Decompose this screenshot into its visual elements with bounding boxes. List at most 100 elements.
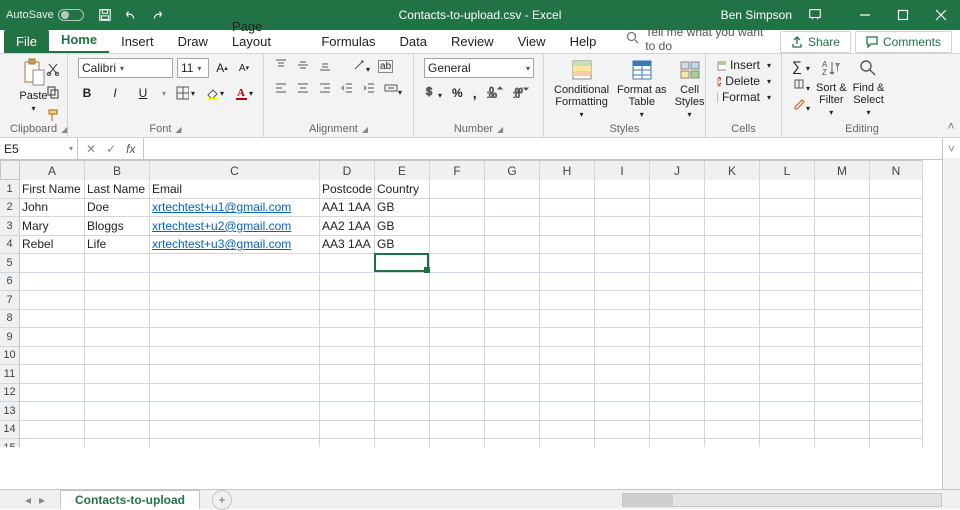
cell[interactable] [430,199,485,218]
cell[interactable] [150,439,320,447]
column-header[interactable]: H [540,160,595,180]
cell[interactable]: Doe [85,199,150,218]
find-select-button[interactable]: Find & Select▾ [853,58,885,117]
cell[interactable] [760,421,815,440]
name-box[interactable]: E5▾ [0,138,78,159]
cell[interactable] [20,291,85,310]
cell[interactable] [705,421,760,440]
cell[interactable] [430,402,485,421]
cell[interactable] [150,273,320,292]
cell[interactable] [870,199,923,218]
cell[interactable] [540,236,595,255]
cell[interactable] [705,199,760,218]
column-header[interactable]: J [650,160,705,180]
cell[interactable] [540,347,595,366]
cells-delete-button[interactable]: Delete▾ [716,74,771,88]
cell[interactable] [595,365,650,384]
cell[interactable] [320,365,375,384]
cell[interactable] [650,421,705,440]
cell[interactable] [650,384,705,403]
percent-format-icon[interactable]: % [452,86,463,100]
cell[interactable] [540,180,595,199]
cell[interactable] [85,421,150,440]
cell[interactable] [815,291,870,310]
column-header[interactable]: N [870,160,923,180]
cell[interactable] [150,365,320,384]
cell[interactable] [485,310,540,329]
maximize-button[interactable] [884,0,922,30]
cell[interactable] [650,347,705,366]
cell[interactable]: Bloggs [85,217,150,236]
cell[interactable] [430,310,485,329]
cell[interactable] [375,254,430,273]
cell[interactable] [705,217,760,236]
cell[interactable] [430,291,485,310]
cell[interactable] [870,421,923,440]
cell[interactable] [595,291,650,310]
format-painter-icon[interactable] [46,108,60,125]
cell[interactable] [150,310,320,329]
decrease-font-icon[interactable]: A▾ [235,59,253,77]
row-header[interactable]: 3 [0,217,20,236]
cell[interactable]: xrtechtest+u2@gmail.com [150,217,320,236]
vertical-scrollbar[interactable] [942,158,960,489]
cell[interactable] [540,328,595,347]
cell[interactable] [85,347,150,366]
cell[interactable] [430,347,485,366]
cell[interactable]: First Name [20,180,85,199]
cell[interactable] [20,402,85,421]
tab-data[interactable]: Data [388,30,439,53]
cell[interactable] [650,310,705,329]
sheet-nav-next-icon[interactable]: ▸ [39,493,45,507]
column-header[interactable]: G [485,160,540,180]
cell[interactable] [815,217,870,236]
autosave-toggle[interactable]: AutoSave [6,9,84,21]
cell[interactable] [320,421,375,440]
cell[interactable] [20,365,85,384]
cell[interactable] [320,273,375,292]
select-all-corner[interactable] [0,160,20,180]
cell[interactable] [430,236,485,255]
cell[interactable] [760,291,815,310]
cell[interactable] [20,310,85,329]
cell[interactable] [870,310,923,329]
cell[interactable] [705,365,760,384]
cell[interactable] [650,236,705,255]
cell[interactable] [485,180,540,199]
cell[interactable] [540,310,595,329]
cells-insert-button[interactable]: Insert▾ [716,58,771,72]
cell[interactable] [20,439,85,447]
autosum-icon[interactable]: ∑ ▾ [792,58,810,74]
tab-home[interactable]: Home [49,28,109,53]
cell[interactable] [870,291,923,310]
align-center-icon[interactable] [296,81,310,98]
cell[interactable] [595,347,650,366]
cell[interactable] [870,180,923,199]
cell[interactable] [870,217,923,236]
cell[interactable] [20,347,85,366]
cell[interactable] [430,384,485,403]
cell[interactable] [320,384,375,403]
cell[interactable] [870,365,923,384]
row-header[interactable]: 14 [0,421,20,440]
cell[interactable] [815,421,870,440]
cell[interactable] [705,439,760,447]
cell[interactable] [375,402,430,421]
cell[interactable] [870,439,923,447]
font-name-combo[interactable]: Calibri▾ [78,58,173,78]
new-sheet-button[interactable]: + [212,490,232,510]
decrease-decimal-icon[interactable]: .00.0 [513,84,529,101]
tab-help[interactable]: Help [558,30,609,53]
column-header[interactable]: C [150,160,320,180]
cell[interactable] [870,402,923,421]
cell[interactable] [430,328,485,347]
cell[interactable] [85,291,150,310]
cell[interactable] [815,273,870,292]
cell[interactable] [485,384,540,403]
copy-icon[interactable] [46,85,60,102]
cell[interactable] [705,347,760,366]
cell[interactable]: AA3 1AA [320,236,375,255]
cell[interactable]: GB [375,236,430,255]
cut-icon[interactable] [46,62,60,79]
cell[interactable]: Rebel [20,236,85,255]
